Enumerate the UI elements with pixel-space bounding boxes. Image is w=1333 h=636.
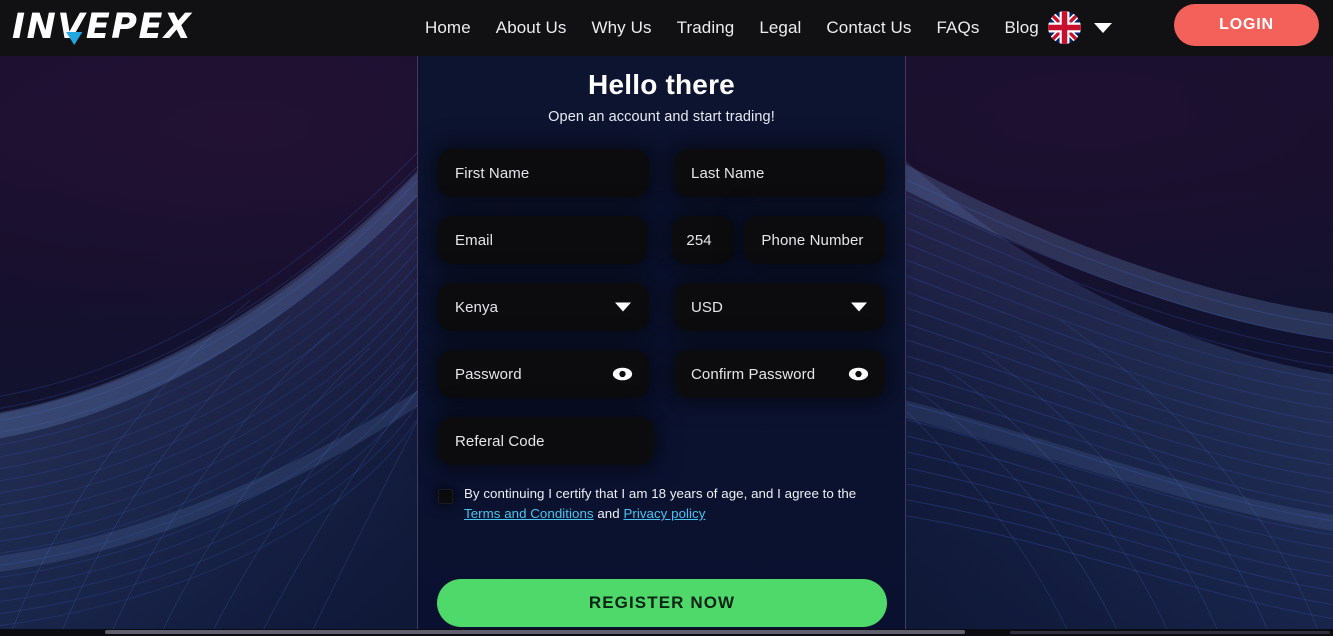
language-selector[interactable] xyxy=(1048,11,1112,44)
form-row-contact: Email 254 Phone Number xyxy=(438,216,885,264)
brand-logo[interactable]: INVEPEX xyxy=(12,7,192,47)
country-select[interactable]: Kenya xyxy=(438,283,649,331)
privacy-policy-link[interactable]: Privacy policy xyxy=(623,506,705,521)
nav-blog[interactable]: Blog xyxy=(1004,18,1038,38)
horizontal-scrollbar-thumb[interactable] xyxy=(105,630,965,634)
password-placeholder: Password xyxy=(455,365,522,383)
registration-page: INVEPEX Home About Us Why Us Trading Leg… xyxy=(0,0,1333,636)
phone-number-placeholder: Phone Number xyxy=(761,231,864,249)
currency-select[interactable]: USD xyxy=(674,283,885,331)
consent-row: By continuing I certify that I am 18 yea… xyxy=(418,484,905,524)
form-row-locale: Kenya USD xyxy=(438,283,885,331)
chevron-down-icon[interactable] xyxy=(851,302,867,312)
register-now-button[interactable]: REGISTER NOW xyxy=(437,579,887,627)
nav-about-us[interactable]: About Us xyxy=(496,18,567,38)
chevron-down-icon[interactable] xyxy=(615,302,631,312)
nav-legal[interactable]: Legal xyxy=(759,18,801,38)
eye-icon[interactable] xyxy=(612,367,633,381)
consent-text-before: By continuing I certify that I am 18 yea… xyxy=(464,486,857,501)
password-input[interactable]: Password xyxy=(438,350,649,398)
brand-logo-text: INVEPEX xyxy=(12,7,193,47)
nav-trading[interactable]: Trading xyxy=(677,18,735,38)
page-title: Hello there xyxy=(588,69,735,100)
main-navigation: Home About Us Why Us Trading Legal Conta… xyxy=(425,0,1039,56)
nav-contact-us[interactable]: Contact Us xyxy=(826,18,911,38)
eye-icon[interactable] xyxy=(848,367,869,381)
panel-header: Hello there Open an account and start tr… xyxy=(418,56,905,125)
site-header: INVEPEX Home About Us Why Us Trading Leg… xyxy=(0,0,1333,56)
confirm-password-input[interactable]: Confirm Password xyxy=(674,350,885,398)
last-name-input[interactable]: Last Name xyxy=(674,149,885,197)
registration-form: First Name Last Name Email 254 Phone Num… xyxy=(418,149,905,465)
phone-prefix-input[interactable]: 254 xyxy=(672,216,735,264)
currency-value: USD xyxy=(691,298,723,316)
chevron-down-icon[interactable] xyxy=(1094,22,1112,33)
form-row-password: Password Confirm Password xyxy=(438,350,885,398)
nav-why-us[interactable]: Why Us xyxy=(591,18,651,38)
email-placeholder: Email xyxy=(455,231,494,249)
referral-code-input[interactable]: Referal Code xyxy=(438,417,654,465)
first-name-placeholder: First Name xyxy=(455,164,530,182)
first-name-input[interactable]: First Name xyxy=(438,149,649,197)
terms-and-conditions-link[interactable]: Terms and Conditions xyxy=(464,506,594,521)
referral-code-placeholder: Referal Code xyxy=(455,432,545,450)
nav-home[interactable]: Home xyxy=(425,18,471,38)
terms-checkbox[interactable] xyxy=(438,489,453,504)
consent-text: By continuing I certify that I am 18 yea… xyxy=(464,484,885,524)
last-name-placeholder: Last Name xyxy=(691,164,765,182)
country-value: Kenya xyxy=(455,298,499,316)
horizontal-scrollbar-track[interactable] xyxy=(1010,631,1330,634)
consent-text-middle: and xyxy=(593,506,624,521)
page-subtitle: Open an account and start trading! xyxy=(548,109,775,125)
form-row-referral: Referal Code xyxy=(438,417,885,465)
login-button[interactable]: LOGIN xyxy=(1174,4,1319,46)
email-input[interactable]: Email xyxy=(438,216,648,264)
nav-faqs[interactable]: FAQs xyxy=(937,18,980,38)
phone-prefix-value: 254 xyxy=(686,231,712,249)
uk-flag-icon xyxy=(1048,11,1081,44)
form-row-name: First Name Last Name xyxy=(438,149,885,197)
confirm-password-placeholder: Confirm Password xyxy=(691,365,816,383)
phone-number-input[interactable]: Phone Number xyxy=(744,216,885,264)
registration-panel: Hello there Open an account and start tr… xyxy=(417,56,906,636)
